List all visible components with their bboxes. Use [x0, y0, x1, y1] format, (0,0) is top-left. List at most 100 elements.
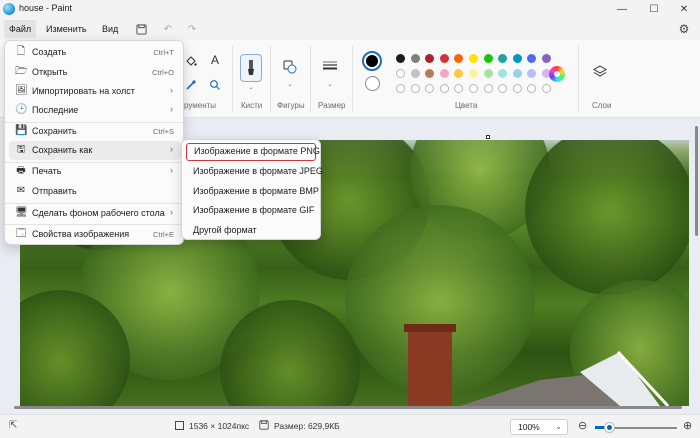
paint-app-icon	[3, 3, 15, 15]
zoom-out-icon[interactable]: ⊖	[578, 419, 587, 432]
color-swatch[interactable]	[542, 54, 551, 63]
custom-color-slot[interactable]	[469, 84, 478, 93]
save-as-gif-item[interactable]: Изображение в формате GIF	[186, 201, 316, 219]
custom-color-slot[interactable]	[527, 84, 537, 93]
chevron-right-icon: ›	[170, 104, 173, 114]
file-menu-item-recent[interactable]: 🕒 Последние ›	[9, 101, 181, 120]
file-menu-item-send[interactable]: ✉ Отправить	[9, 182, 181, 201]
maximize-button[interactable]: ☐	[638, 0, 670, 18]
color-swatch[interactable]	[439, 69, 449, 78]
zoom-in-icon[interactable]: ⊕	[683, 419, 692, 432]
file-menu-item-save-as[interactable]: 🖫 Сохранить как ›	[9, 141, 181, 160]
color-swatch[interactable]	[527, 54, 537, 63]
recent-icon: 🕒	[15, 104, 28, 115]
brushes-group-label: Кисти	[241, 101, 263, 110]
color-swatch[interactable]	[498, 54, 508, 63]
custom-color-slot[interactable]	[439, 84, 449, 93]
save-as-jpeg-item[interactable]: Изображение в формате JPEG	[186, 162, 323, 180]
open-folder-icon: 🗁	[15, 66, 28, 77]
colors-group-label: Цвета	[455, 101, 478, 110]
shapes-dropdown-chevron-icon[interactable]: ⌄	[284, 80, 296, 88]
file-size-icon	[259, 420, 269, 430]
magnifier-icon[interactable]	[208, 78, 222, 92]
color-swatch[interactable]	[425, 69, 435, 78]
cursor-position-icon: ⇱	[9, 420, 18, 431]
color-swatch[interactable]	[425, 54, 435, 63]
zoom-level-select[interactable]: 100% ⌄	[510, 419, 568, 435]
title-bar: house - Paint — ☐ ✕	[0, 0, 700, 18]
chevron-right-icon: ›	[170, 165, 173, 175]
minimize-button[interactable]: —	[606, 0, 638, 18]
save-as-bmp-item[interactable]: Изображение в формате BMP	[186, 182, 319, 200]
custom-color-slot[interactable]	[396, 84, 405, 93]
menu-edit[interactable]: Изменить	[41, 20, 92, 38]
layers-group-label: Слои	[592, 101, 612, 110]
canvas-resize-handle[interactable]	[486, 135, 490, 139]
color-swatch[interactable]	[498, 69, 508, 78]
tools-group-label: рументы	[184, 101, 217, 110]
save-as-icon: 🖫	[16, 144, 26, 155]
import-icon: 🖼	[15, 85, 28, 96]
color-swatch[interactable]	[527, 69, 537, 78]
save-as-other-format-item[interactable]: Другой формат	[186, 221, 316, 239]
quick-save-icon[interactable]	[133, 21, 149, 37]
color-swatch[interactable]	[410, 54, 420, 63]
custom-color-slot[interactable]	[483, 84, 493, 93]
close-button[interactable]: ✕	[668, 0, 700, 18]
brush-dropdown-chevron-icon[interactable]: ⌄	[245, 83, 257, 91]
custom-color-slot[interactable]	[542, 84, 551, 93]
color-swatch[interactable]	[483, 69, 493, 78]
file-menu-item-save[interactable]: 💾 Сохранить Ctrl+S	[9, 122, 181, 141]
custom-color-slot[interactable]	[425, 84, 435, 93]
brush-icon[interactable]	[240, 54, 262, 82]
vertical-scrollbar[interactable]	[695, 126, 698, 236]
settings-gear-icon[interactable]: ⚙	[676, 21, 692, 37]
redo-icon[interactable]: ↷	[184, 21, 200, 37]
file-menu-item-print[interactable]: 🖶 Печать ›	[9, 162, 181, 181]
undo-icon[interactable]: ↶	[160, 21, 176, 37]
file-menu: 🗋 Создать Ctrl+T 🗁 Открыть Ctrl+O 🖼 Импо…	[4, 40, 184, 245]
file-size: Размер: 629,9КБ	[274, 421, 340, 431]
color-swatch[interactable]	[396, 69, 405, 78]
color-swatch[interactable]	[469, 54, 478, 63]
color-swatch[interactable]	[454, 54, 464, 63]
file-menu-item-image-properties[interactable]: 🗔 Свойства изображения Ctrl+E	[9, 225, 181, 244]
save-icon: 💾	[15, 125, 28, 136]
fill-icon[interactable]	[184, 54, 198, 68]
color-picker-icon[interactable]	[184, 78, 198, 92]
zoom-level-value: 100%	[518, 422, 540, 432]
file-menu-item-set-desktop-background[interactable]: 🖥 Сделать фоном рабочего стола ›	[9, 204, 181, 223]
custom-color-slot[interactable]	[410, 84, 420, 93]
save-as-png-item[interactable]: Изображение в формате PNG	[186, 143, 320, 161]
file-menu-item-open[interactable]: 🗁 Открыть Ctrl+O	[9, 63, 181, 82]
selection-size-icon	[175, 421, 184, 430]
secondary-color-selector[interactable]	[365, 76, 380, 91]
size-group-label: Размер	[318, 101, 346, 110]
primary-color-selector[interactable]	[362, 51, 382, 71]
color-swatch[interactable]	[454, 69, 464, 78]
custom-color-slot[interactable]	[454, 84, 464, 93]
color-swatch[interactable]	[512, 54, 522, 63]
chevron-down-icon: ⌄	[555, 422, 562, 431]
color-swatch[interactable]	[512, 69, 522, 78]
image-properties-icon: 🗔	[15, 228, 27, 239]
color-swatch[interactable]	[410, 69, 420, 78]
shapes-icon[interactable]	[281, 58, 299, 76]
size-dropdown-chevron-icon[interactable]: ⌄	[324, 80, 336, 88]
file-menu-item-new[interactable]: 🗋 Создать Ctrl+T	[9, 43, 181, 62]
color-swatch[interactable]	[483, 54, 493, 63]
custom-color-slot[interactable]	[498, 84, 508, 93]
edit-colors-icon[interactable]	[549, 66, 565, 82]
custom-color-slot[interactable]	[512, 84, 522, 93]
horizontal-scrollbar[interactable]	[14, 406, 682, 409]
color-swatch[interactable]	[469, 69, 478, 78]
zoom-slider-thumb[interactable]	[605, 423, 614, 432]
menu-file[interactable]: Файл	[4, 20, 37, 38]
file-menu-item-import[interactable]: 🖼 Импортировать на холст ›	[9, 82, 181, 101]
color-swatch[interactable]	[439, 54, 449, 63]
stroke-size-icon[interactable]	[320, 58, 340, 74]
menu-view[interactable]: Вид	[97, 20, 123, 38]
text-tool-icon[interactable]: A	[208, 53, 222, 67]
color-swatch[interactable]	[396, 54, 405, 63]
layers-icon[interactable]	[592, 64, 608, 80]
